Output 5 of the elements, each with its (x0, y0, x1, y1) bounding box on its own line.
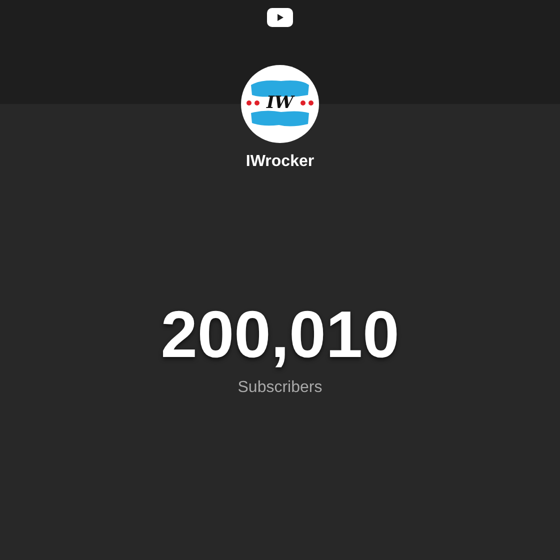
play-logo-icon (267, 8, 293, 27)
logo-text: IW (265, 92, 296, 114)
subscriber-count: 200,010 (160, 299, 400, 369)
subscribers-label: Subscribers (238, 379, 322, 397)
channel-name: IWrocker (246, 153, 314, 171)
